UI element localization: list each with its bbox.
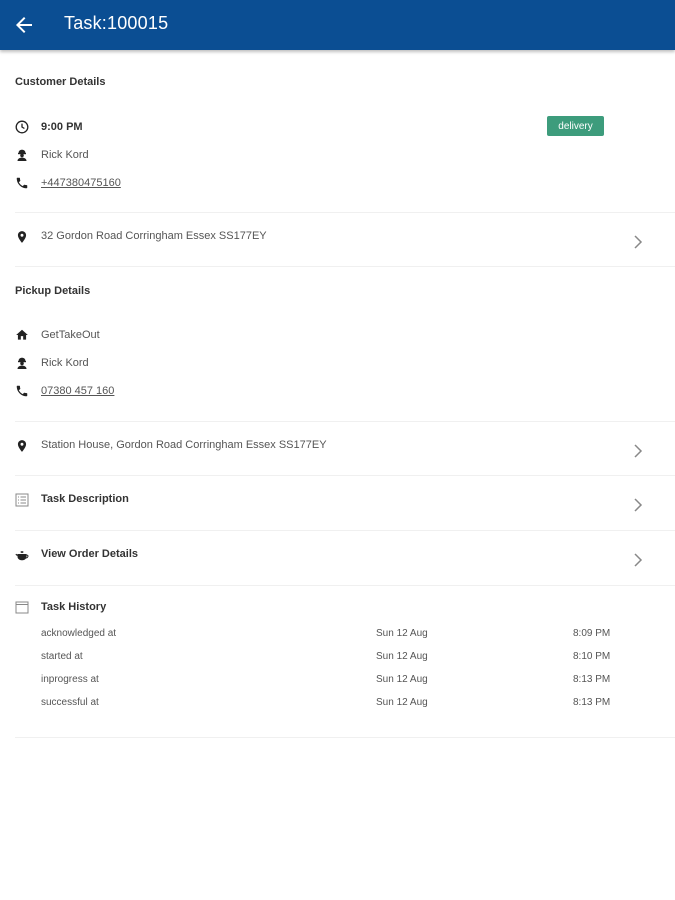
history-date: Sun 12 Aug: [376, 651, 428, 662]
divider: [15, 530, 675, 531]
clock-icon: [15, 120, 29, 134]
pickup-phone-link[interactable]: 07380 457 160: [41, 385, 114, 397]
divider: [15, 212, 675, 213]
pickup-address: Station House, Gordon Road Corringham Es…: [41, 439, 327, 451]
customer-address: 32 Gordon Road Corringham Essex SS177EY: [41, 230, 267, 242]
customer-phone-row[interactable]: +447380475160: [15, 173, 675, 193]
history-event: successful at: [41, 697, 99, 708]
history-row: inprogress at Sun 12 Aug 8:13 PM: [41, 674, 641, 688]
app-bar: Task:100015: [0, 0, 675, 50]
task-description-label: Task Description: [41, 493, 129, 505]
person-icon: [15, 356, 29, 370]
divider: [15, 585, 675, 586]
divider: [15, 266, 675, 267]
customer-name: Rick Kord: [41, 149, 89, 161]
back-arrow-icon[interactable]: [12, 13, 36, 37]
history-time: 8:13 PM: [573, 674, 611, 685]
customer-details-title: Customer Details: [15, 76, 106, 88]
pickup-phone-row[interactable]: 07380 457 160: [15, 381, 675, 401]
history-date: Sun 12 Aug: [376, 628, 428, 639]
view-order-details-row[interactable]: View Order Details: [0, 532, 675, 584]
divider: [15, 737, 675, 738]
history-date: Sun 12 Aug: [376, 697, 428, 708]
history-time: 8:13 PM: [573, 697, 611, 708]
pickup-store: GetTakeOut: [41, 329, 100, 341]
phone-icon: [15, 176, 29, 190]
history-event: acknowledged at: [41, 628, 117, 639]
teapot-icon: [15, 548, 29, 562]
location-pin-icon: [15, 230, 29, 244]
divider: [15, 475, 675, 476]
pickup-store-row: GetTakeOut: [15, 325, 675, 345]
chevron-right-icon: [632, 497, 644, 513]
history-box-icon: [15, 600, 29, 614]
list-document-icon: [15, 493, 29, 507]
history-event: started at: [41, 651, 83, 662]
person-icon: [15, 148, 29, 162]
home-icon: [15, 328, 29, 342]
pickup-address-row[interactable]: Station House, Gordon Road Corringham Es…: [0, 423, 675, 475]
task-type-badge: delivery: [547, 116, 604, 136]
pickup-details-title: Pickup Details: [15, 285, 91, 297]
task-description-row[interactable]: Task Description: [0, 477, 675, 529]
history-date: Sun 12 Aug: [376, 674, 428, 685]
chevron-right-icon: [632, 234, 644, 250]
customer-time: 9:00 PM: [41, 121, 83, 133]
page-title: Task:100015: [64, 13, 169, 33]
task-history-title: Task History: [41, 601, 107, 613]
customer-name-row: Rick Kord: [15, 145, 675, 165]
history-row: started at Sun 12 Aug 8:10 PM: [41, 651, 641, 665]
history-event: inprogress at: [41, 674, 99, 685]
history-time: 8:09 PM: [573, 628, 611, 639]
pickup-name-row: Rick Kord: [15, 353, 675, 373]
view-order-details-label: View Order Details: [41, 548, 139, 560]
chevron-right-icon: [632, 443, 644, 459]
history-row: acknowledged at Sun 12 Aug 8:09 PM: [41, 628, 641, 642]
customer-address-row[interactable]: 32 Gordon Road Corringham Essex SS177EY: [0, 214, 675, 266]
divider: [15, 421, 675, 422]
customer-phone-link[interactable]: +447380475160: [41, 177, 121, 189]
phone-icon: [15, 384, 29, 398]
pickup-name: Rick Kord: [41, 357, 89, 369]
history-time: 8:10 PM: [573, 651, 611, 662]
history-row: successful at Sun 12 Aug 8:13 PM: [41, 697, 641, 711]
chevron-right-icon: [632, 552, 644, 568]
task-history-header: Task History: [15, 597, 675, 617]
location-pin-icon: [15, 439, 29, 453]
